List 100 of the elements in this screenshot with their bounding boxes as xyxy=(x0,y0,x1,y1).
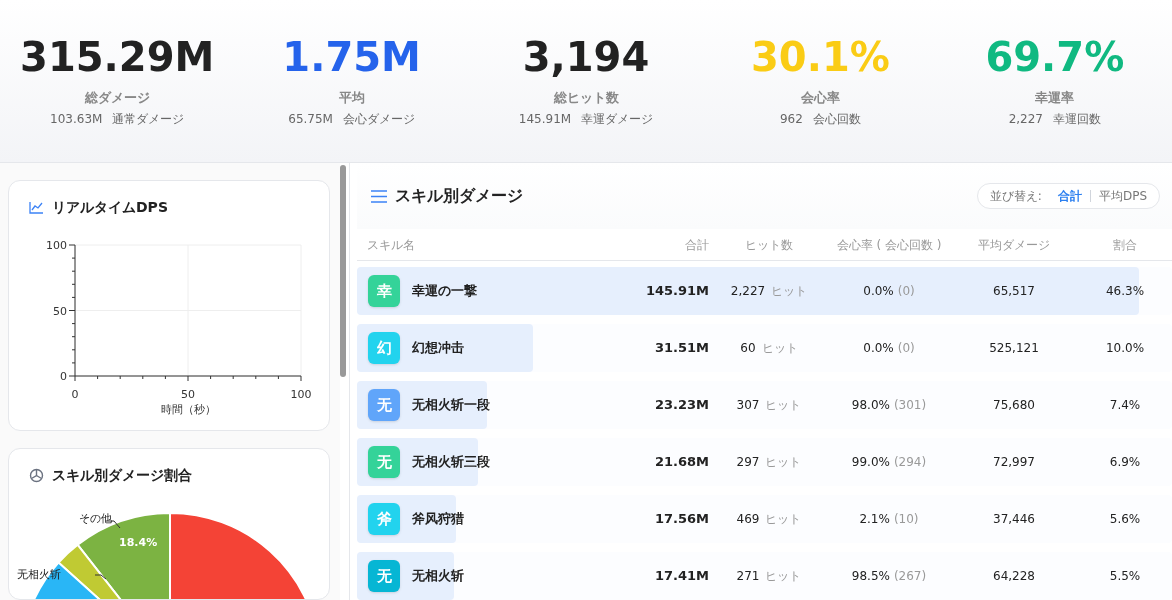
column-header: 会心率 ( 会心回数 ) xyxy=(835,236,943,254)
unit-label: ヒット xyxy=(765,397,802,414)
stat-sub-value: 103.63M xyxy=(50,110,103,128)
table-cell-text: 469 xyxy=(736,511,760,528)
table-cell-text: 145.91M xyxy=(644,282,709,301)
table-cell-text: (294) xyxy=(893,454,927,471)
stat-value: 315.29M xyxy=(20,34,215,80)
leader-line xyxy=(94,574,107,580)
axis-tick-label: 100 xyxy=(290,388,312,401)
skill-name: 幸運の一撃 xyxy=(412,282,477,301)
table-cell-text: 23.23M xyxy=(653,396,709,415)
stat-value: 1.75M xyxy=(282,34,421,80)
column-header: 平均ダメージ xyxy=(977,236,1051,254)
table-cell-text: 2,227 xyxy=(730,283,766,300)
table-cell-text: 0.0% xyxy=(863,340,894,357)
table-cell-text: (267) xyxy=(893,568,927,585)
table-cell-text: 72,997 xyxy=(992,454,1036,471)
pie-label: その他 xyxy=(79,511,112,527)
table-cell-text: 31.51M xyxy=(653,339,709,358)
stat-label: 総ヒット数 xyxy=(553,89,619,107)
column-header: 割合 xyxy=(1112,236,1138,254)
unit-label: ヒット xyxy=(771,283,808,300)
axis-tick-label: 0 xyxy=(71,388,79,401)
table-cell-text: 7.4% xyxy=(1108,397,1142,414)
table-cell-text: (10) xyxy=(893,511,919,528)
stat-value: 69.7% xyxy=(985,34,1125,80)
axis-tick-label: 100 xyxy=(46,239,67,252)
sort-option[interactable]: 合計 xyxy=(1057,187,1082,205)
axis-title: 時間（秒） xyxy=(160,403,216,416)
pie-label: 18.4% xyxy=(119,535,158,551)
column-header: 合計 xyxy=(684,236,709,254)
axis-tick-label: 50 xyxy=(181,388,195,401)
axis-tick-label: 0 xyxy=(60,370,67,383)
unit-label: ヒット xyxy=(765,454,802,471)
unit-label: ヒット xyxy=(765,568,802,585)
scrollbar[interactable] xyxy=(340,165,346,377)
skill-name: 幻想冲击 xyxy=(412,339,464,358)
table-cell-text: 307 xyxy=(736,397,760,414)
table-cell-text: 17.56M xyxy=(653,510,709,529)
skill-icon: 幸 xyxy=(368,275,400,307)
stat-sub-label: 会心ダメージ xyxy=(342,110,415,128)
unit-label: ヒット xyxy=(765,511,802,528)
table-cell-text: (0) xyxy=(897,340,915,357)
table-cell-text: 99.0% xyxy=(851,454,890,471)
table-cell-text: 297 xyxy=(736,454,760,471)
skill-name: 无相火斩 xyxy=(412,567,464,586)
stat-value: 3,194 xyxy=(522,34,650,80)
card-title: リアルタイムDPS xyxy=(52,198,168,217)
skill-icon: 无 xyxy=(368,560,400,592)
card-title: スキル別ダメージ割合 xyxy=(52,466,192,485)
table-cell-text: (0) xyxy=(897,283,915,300)
stat-value: 30.1% xyxy=(751,34,890,80)
stat-sub-value: 962 xyxy=(779,110,803,128)
panel-title: スキル別ダメージ xyxy=(395,185,523,207)
skill-name: 斧风狩猎 xyxy=(412,510,464,529)
menu-icon xyxy=(371,189,387,203)
unit-label: ヒット xyxy=(761,340,798,357)
skill-icon: 幻 xyxy=(368,332,400,364)
table-cell-text: 46.3% xyxy=(1104,283,1146,300)
stat-sub-value: 145.91M xyxy=(518,110,572,128)
table-cell-text: 75,680 xyxy=(992,397,1036,414)
pie-chart-icon xyxy=(29,468,44,483)
skill-icon: 无 xyxy=(368,389,400,421)
stat-label: 総ダメージ xyxy=(84,89,150,107)
pie-label: 无相火斩 xyxy=(17,567,61,583)
table-cell-text: 98.5% xyxy=(851,568,890,585)
table-cell-text: 525,121 xyxy=(988,340,1040,357)
stat-sub-label: 幸運回数 xyxy=(1053,110,1101,128)
stat-sub-label: 会心回数 xyxy=(812,110,861,128)
table-cell-text: 5.5% xyxy=(1108,568,1142,585)
line-chart-icon xyxy=(29,201,44,214)
table-cell-text: 10.0% xyxy=(1104,340,1146,357)
sort-label: 並び替え: xyxy=(989,188,1042,205)
column-header: スキル名 xyxy=(366,236,416,254)
table-cell-text: 65,517 xyxy=(992,283,1036,300)
table-cell-text: 37,446 xyxy=(992,511,1036,528)
table-cell-text: 64,228 xyxy=(992,568,1036,585)
table-cell-text: (301) xyxy=(893,397,927,414)
table-cell-text: 5.6% xyxy=(1108,511,1142,528)
stat-sub-label: 幸運ダメージ xyxy=(581,110,654,128)
table-cell-text: 2.1% xyxy=(859,511,890,528)
stat-label: 平均 xyxy=(338,89,365,107)
skill-name: 无相火斩一段 xyxy=(412,396,490,415)
stat-label: 幸運率 xyxy=(1035,89,1075,107)
column-header: ヒット数 xyxy=(744,236,794,254)
table-cell-text: 17.41M xyxy=(653,567,709,586)
table-cell-text: 21.68M xyxy=(653,453,709,472)
skill-icon: 无 xyxy=(368,446,400,478)
table-cell-text: 271 xyxy=(736,568,760,585)
stat-sub-value: 65.75M xyxy=(288,110,333,128)
sort-option[interactable]: 平均DPS xyxy=(1098,187,1147,205)
table-cell-text: 98.0% xyxy=(851,397,890,414)
skill-name: 无相火斩三段 xyxy=(412,453,490,472)
stat-sub-value: 2,227 xyxy=(1008,110,1043,128)
stat-sub-label: 通常ダメージ xyxy=(112,110,185,128)
table-cell-text: 0.0% xyxy=(863,283,894,300)
skill-icon: 斧 xyxy=(368,503,400,535)
stat-label: 会心率 xyxy=(800,89,840,107)
table-cell-text: 6.9% xyxy=(1108,454,1142,471)
axis-tick-label: 50 xyxy=(53,304,67,318)
